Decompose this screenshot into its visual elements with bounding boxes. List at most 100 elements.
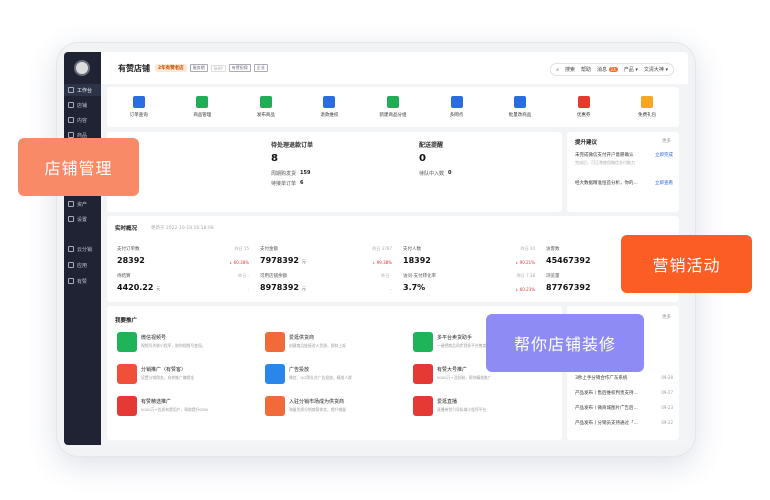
news-title: 产品发布丨微商城图片广告后... [575,406,638,411]
promotion-item[interactable]: 微信视频号 视频号关联小程序，助你视频号变现。 [117,332,257,356]
quick-action-7[interactable]: 优惠券 [558,96,610,118]
promotion-item[interactable]: 爱逛直播 直播带货引导私域小程序平台 [413,396,553,420]
news-item[interactable]: 产品发布丨分销员支持通过「... 09-22 [575,420,673,426]
messages-link[interactable]: 消息 24 [597,66,618,73]
suggestion-card: 提升建议 更多 未完成微信支付开户意愿确认 完成后，可正常使用微信支付能力 立即完成… [567,132,679,212]
news-title: 3秒上手分销合作广东系统 [575,376,628,381]
user-menu[interactable]: 文清大神 ▾ [644,66,668,73]
quick-action-2[interactable]: 发布商品 [240,96,292,118]
quick-action-0[interactable]: 订单查询 [113,96,165,118]
suggestion-action[interactable]: 立即查看 [655,180,673,186]
video-icon [117,332,137,352]
order-col: 配送提醒 0 待队中入数 0 [419,142,452,177]
quick-action-6[interactable]: 批量改商品 [494,96,546,118]
metric-item[interactable]: 待结算 4420.22 元 昨日 - - [117,273,253,303]
metric-number: 45467392 [546,256,591,265]
store-tag: 企业 [253,64,268,72]
quick-action-3[interactable]: 退款维权 [303,96,355,118]
thumb-icon [413,364,433,384]
sidebar-item-store[interactable]: 店铺 [64,99,101,111]
promotion-desc: 微信、QQ等社交广告投放，精准人群 [289,375,352,380]
promotion-item[interactable]: 入驻分销市场成为供货商 海量优质分销商帮你卖，提升销量 [265,396,405,420]
metric-yesterday: 昨日 - [238,273,249,278]
distribution-icon [117,364,137,384]
quick-action-4[interactable]: 新建商品分组 [367,96,419,118]
help-link[interactable]: 帮助 [581,66,591,73]
quick-action-icon [577,96,590,108]
suggestion-action[interactable]: 立即完成 [655,152,673,158]
sidebar-item-apps[interactable]: 应用 [64,259,101,271]
sidebar: 工作台 店铺 内容 商品 资产 设置 云分销 应用 有赞 [64,52,101,445]
promotion-item[interactable]: 爱逛供货商 创建商品链接进入货源，即刻上架 [265,332,405,356]
callout-store-management: 店铺管理 [18,138,139,196]
metric-label: 待结算 [117,274,131,279]
metric-number: 8978392 [260,283,299,292]
search-link[interactable]: 搜索 [565,66,575,73]
metric-label: 可用店铺余额 [260,274,287,279]
sidebar-item-content[interactable]: 内容 [64,114,101,126]
sidebar-item-settings[interactable]: 设置 [64,213,101,225]
metric-item[interactable]: 支付订单数 28392 昨日 15 ↓ 60.38% [117,246,253,276]
metric-number: 28392 [117,256,145,265]
news-title: 产品发布丨分销员支持通过「... [575,421,638,426]
quick-action-1[interactable]: 商品管理 [176,96,228,118]
store-avatar[interactable] [74,60,90,76]
main-area: 有赞店铺 2年有赞老店 服务期 SHIP 有赞担保 企业 ⌕ 搜索 帮助 消息 … [101,52,688,445]
sidebar-item-youzan[interactable]: 有赞 [64,275,101,287]
metric-change: ↓ 99.38% [372,260,392,265]
news-more-link[interactable]: 更多 [662,314,671,320]
quick-action-8[interactable]: 免费礼包 [621,96,673,118]
promotion-desc: 创建商品链接进入货源，即刻上架 [289,343,346,348]
sidebar-item-workbench[interactable]: 工作台 [64,84,101,96]
promotion-desc: 直播带货引导私域小程序平台 [437,407,487,412]
suggestion-item: 未完成微信支付开户意愿确认 完成后，可正常使用微信支付能力 立即完成 [575,152,673,165]
metric-item[interactable]: 支付金额 7978392 元昨日 3787 ↓ 99.38% [260,246,396,276]
news-date: 09-22 [659,420,673,425]
promotion-title: 广告投放 [289,367,310,373]
metric-unit: 元 [301,286,306,291]
store-name: 有赞店铺 [118,63,150,73]
news-item[interactable]: 产品发布丨微商城图片广告后... 09-23 [575,405,673,411]
store-tag: SHIP [210,64,226,72]
metric-yesterday: 昨日 - [381,273,392,278]
metric-item[interactable]: 支付人数 18392 昨日 10 ↓ 90.21% [403,246,539,276]
quick-action-icon [514,96,527,108]
orders-card: 订单 7 期26 期14 待处理退款订单 8 周期购发货159 待接单订单6 配… [107,132,562,212]
metric-number: 3.7% [403,283,426,292]
search-icon[interactable]: ⌕ [556,67,559,73]
metric-change: ↓ 60.23% [515,287,535,292]
store-icon [68,102,74,108]
quick-action-5[interactable]: 多网点 [431,96,483,118]
product-menu[interactable]: 产品 ▾ [624,66,638,73]
quick-action-icon [323,96,336,108]
metric-yesterday: 昨日 3787 [372,246,392,251]
top-nav-group: ⌕ 搜索 帮助 消息 24 产品 ▾ 文清大神 ▾ [550,63,674,76]
sidebar-item-assets[interactable]: 资产 [64,198,101,210]
callout-decoration: 帮你店铺装修 [486,314,644,372]
app-screen: 工作台 店铺 内容 商品 资产 设置 云分销 应用 有赞 有赞店铺 2年有赞老店… [64,52,688,445]
ad-icon [265,364,285,384]
metric-value: 8978392 元 [260,283,396,292]
promotion-title: 有赞大号推广 [437,367,468,373]
metric-item[interactable]: 访问-支付转化率 3.7% 昨日 7.38 ↓ 60.23% [403,273,539,303]
quick-action-label: 订单查询 [129,113,148,118]
metric-number: 4420.22 [117,283,154,292]
metric-number: 18392 [403,256,431,265]
metric-item[interactable]: 可用店铺余额 8978392 元 昨日 - - [260,273,396,303]
store-tag: 服务期 [189,64,208,72]
promotion-item[interactable]: 有赞精选推广 5000万+优质有赞用户，帮助提升GMV [117,396,257,420]
quick-action-icon [259,96,272,108]
promotion-item[interactable]: 分销推广（有赞客） 设置分销佣金，向你推广赚佣金 [117,364,257,388]
distribution-icon [68,246,74,252]
promotion-title: 多平台卖货助手 [437,335,473,341]
promotion-item[interactable]: 广告投放微信、QQ等社交广告投放，精准人群 [265,364,405,388]
news-item[interactable]: 3秒上手分销合作广东系统 09-28 [575,375,673,381]
metric-yesterday: 昨日 15 [234,246,249,251]
sidebar-item-distribution[interactable]: 云分销 [64,243,101,255]
multi-platform-icon [413,332,433,352]
market-icon [265,396,285,416]
more-link[interactable]: 更多 [662,138,671,144]
news-item[interactable]: 产品发布丨售后维权判责支持... 09-27 [575,390,673,396]
youzan-icon [68,278,74,284]
news-date: 09-28 [659,375,673,380]
